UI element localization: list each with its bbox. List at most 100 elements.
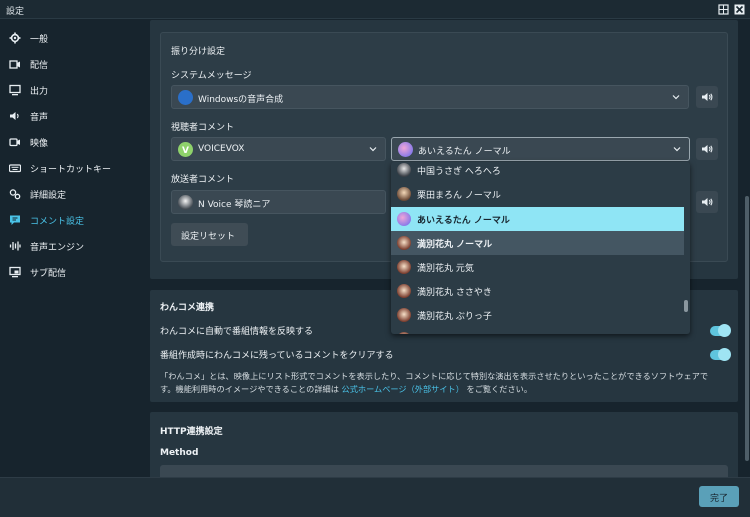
sidebar-item-label: 配信 [30, 60, 49, 71]
http-method-label: Method [160, 448, 199, 458]
voice-option[interactable]: 中国うさぎ へろへろ [391, 162, 684, 182]
speaker-icon [10, 112, 19, 120]
voice-option-label: 中国うさぎ へろへろ [417, 167, 501, 177]
sidebar-item-label: 音声エンジン [30, 242, 85, 253]
windows-voice-icon [178, 90, 193, 105]
voice-option-label: 満別花丸 元気 [417, 264, 474, 274]
sidebar-item-shortcuts[interactable]: ショートカットキー [0, 155, 148, 181]
http-method-select[interactable] [160, 465, 728, 477]
official-homepage-link[interactable]: 公式ホームページ（外部サイト） [342, 384, 464, 394]
voice-option-label: 満別花丸 ぶりっ子 [417, 312, 492, 322]
viewer-engine-select[interactable]: V VOICEVOX [171, 137, 386, 161]
sidebar-item-video[interactable]: 映像 [0, 129, 148, 155]
sidebar-item-comment-settings[interactable]: コメント設定 [0, 207, 148, 233]
voice-option[interactable]: 満別花丸 ぶりっ子 [391, 303, 684, 327]
title-bar: 設定 [0, 0, 750, 19]
character-avatar [397, 332, 411, 334]
voice-option[interactable]: 栗田まろん ノーマル [391, 182, 684, 206]
character-avatar [398, 142, 413, 157]
waveform-icon [9, 241, 21, 251]
wancome-clear-comments-toggle[interactable] [710, 348, 731, 361]
voice-option-label: 栗田まろん ノーマル [417, 191, 501, 201]
chevron-down-icon [369, 147, 377, 152]
sidebar-item-label: 音声 [30, 112, 49, 123]
character-avatar [397, 187, 411, 201]
maximize-button[interactable] [718, 4, 729, 15]
http-card: HTTP連携設定 Method [150, 412, 738, 477]
voice-option[interactable]: 満別花丸 ささやき [391, 279, 684, 303]
sidebar-item-voice-engine[interactable]: 音声エンジン [0, 233, 148, 259]
sidebar-item-label: コメント設定 [30, 216, 85, 227]
sidebar-item-label: 一般 [30, 34, 49, 45]
broadcaster-voice-test-button[interactable] [696, 191, 718, 213]
wancome-option2-label: 番組作成時にわんコメに残っているコメントをクリアする [160, 351, 394, 361]
character-avatar [397, 212, 411, 226]
viewer-comment-label: 視聴者コメント [171, 123, 235, 133]
wancome-auto-reflect-toggle[interactable] [710, 324, 731, 337]
broadcast-icon [9, 60, 20, 69]
svg-text:V: V [182, 146, 189, 156]
broadcaster-comment-label: 放送者コメント [171, 175, 235, 185]
sidebar-item-label: 映像 [30, 138, 49, 149]
keyboard-icon [9, 164, 21, 173]
system-voice-value: Windowsの音声合成 [198, 95, 284, 105]
window-title: 設定 [6, 7, 25, 17]
content-scrollbar[interactable] [744, 20, 750, 477]
http-heading: HTTP連携設定 [160, 427, 223, 437]
character-avatar [397, 308, 411, 322]
voicevox-logo: V [178, 142, 193, 157]
dialog-footer: 完了 [0, 477, 750, 517]
voice-option-hovered[interactable]: 満別花丸 ノーマル [391, 231, 684, 255]
character-avatar [397, 163, 411, 177]
sidebar-item-audio[interactable]: 音声 [0, 103, 148, 129]
dropdown-scrollbar-thumb[interactable] [684, 300, 688, 312]
character-avatar [397, 236, 411, 250]
sidebar-item-general[interactable]: 一般 [0, 25, 148, 51]
assign-heading: 振り分け設定 [171, 47, 226, 57]
chevron-down-icon [673, 147, 681, 152]
speaker-icon [702, 145, 713, 153]
voice-option-selected[interactable]: あいえるたん ノーマル [391, 207, 684, 231]
wancome-option1-label: わんコメに自動で番組情報を反映する [160, 327, 314, 337]
wancome-desc-post: をご覧ください。 [466, 384, 533, 394]
viewer-voice-test-button[interactable] [696, 138, 718, 160]
voice-option[interactable]: 満別花丸 元気 [391, 255, 684, 279]
system-voice-select[interactable]: Windowsの音声合成 [171, 85, 689, 109]
system-message-label: システムメッセージ [171, 71, 252, 81]
wancome-desc-pre: す。機能利用時のイメージやできることの詳細は [160, 384, 339, 394]
close-button[interactable] [734, 4, 745, 15]
sidebar-item-label: ショートカットキー [30, 164, 112, 175]
wancome-desc-line1: 「わんコメ」とは、映像上にリスト形式でコメントを表示したり、コメントに応じて特別… [160, 371, 709, 381]
sub-stream-icon [9, 266, 21, 278]
reset-settings-button[interactable]: 設定リセット [171, 223, 248, 246]
viewer-voice-select[interactable]: あいえるたん ノーマル [391, 137, 690, 161]
close-icon [734, 4, 745, 15]
sidebar-item-sub-stream[interactable]: サブ配信 [0, 259, 148, 285]
speaker-icon [702, 198, 713, 206]
sidebar-item-label: 出力 [30, 86, 49, 97]
sidebar-item-advanced[interactable]: 詳細設定 [0, 181, 148, 207]
viewer-engine-value: VOICEVOX [198, 144, 245, 154]
sidebar-item-output[interactable]: 出力 [0, 77, 148, 103]
scrollbar-thumb[interactable] [745, 196, 749, 461]
character-avatar [397, 284, 411, 298]
voice-option-label: 満別花丸 ノーマル [417, 240, 493, 250]
broadcaster-voice-select[interactable]: N Voice 琴読ニア [171, 190, 386, 214]
voice-option[interactable] [391, 327, 684, 334]
broadcaster-voice-value: N Voice 琴読ニア [198, 200, 271, 210]
camera-icon [9, 138, 20, 147]
sidebar-item-label: 詳細設定 [30, 190, 67, 201]
voice-option-label: 満別花丸 ささやき [417, 288, 492, 298]
character-avatar [178, 195, 193, 210]
sidebar-item-broadcast[interactable]: 配信 [0, 51, 148, 77]
viewer-voice-value: あいえるたん ノーマル [418, 147, 511, 157]
wancome-description: 「わんコメ」とは、映像上にリスト形式でコメントを表示したり、コメントに応じて特別… [160, 370, 734, 396]
chevron-down-icon [672, 95, 680, 100]
voice-option-label: あいえるたん ノーマル [417, 216, 510, 226]
maximize-icon [718, 4, 729, 15]
done-button[interactable]: 完了 [699, 486, 739, 507]
reset-settings-label: 設定リセット [181, 232, 236, 242]
system-voice-test-button[interactable] [696, 86, 718, 108]
character-avatar [397, 260, 411, 274]
wancome-heading: わんコメ連携 [160, 303, 215, 313]
